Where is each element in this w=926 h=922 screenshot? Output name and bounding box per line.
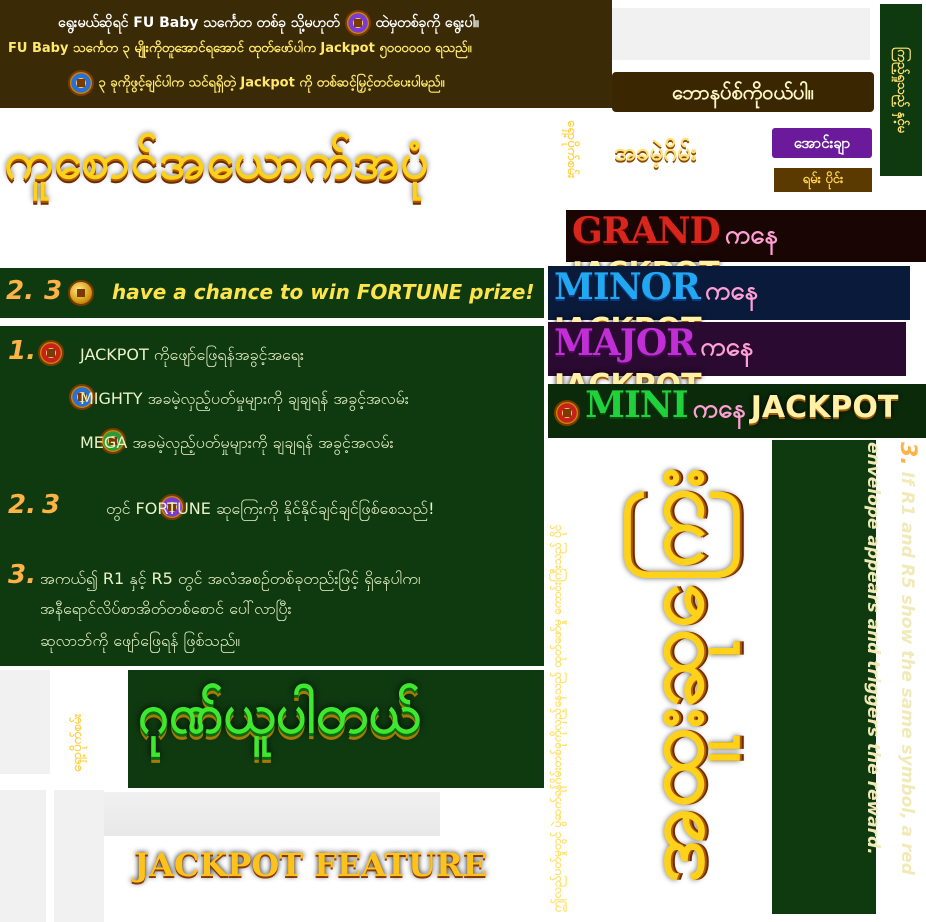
rule2-en-number: 2. <box>6 276 34 306</box>
header-line-2: FU Baby သင်္ကေတ ၃ မျိုးကိုတူအောင်ရအောင် … <box>8 41 472 56</box>
tier-grand: GRAND ကနေ JACKPOT <box>566 210 926 291</box>
bonus-buy-label[interactable]: ဘောနပ်စ်ကိုဝယ်ပါ။ <box>612 72 874 112</box>
fortune-coin-icon <box>68 280 94 306</box>
rule1-number: 1. <box>8 336 36 366</box>
rule3-line-2: အနီရောင်လိပ်စာအိတ်တစ်စောင် ပေါ်လာပြီး <box>40 599 292 618</box>
jackpot-coin-icon <box>68 70 94 96</box>
title-side-vertical: ရှော့ပိုက်စမ်း <box>564 120 579 179</box>
rule2-en-count: 3 <box>44 276 63 306</box>
feature-panel <box>104 792 440 836</box>
free-game-label: အခမဲ့ဂိမ်း <box>614 138 697 166</box>
rule2-count: 3 <box>42 490 61 520</box>
rule2-en-text: have a chance to win FORTUNE prize! <box>112 280 535 304</box>
jackpot-feature-label: JACKPOT FEATURE <box>134 846 488 884</box>
best-badge: အောင်းချာ <box>772 128 872 158</box>
small-tag: ရမ်း ပိုင်း <box>774 168 872 192</box>
rule3-en-col3: the reward. <box>863 742 883 855</box>
rule3-en-text: 3. If R1 and R5 show the same symbol, a … <box>772 442 924 916</box>
mini-coin-icon <box>554 399 580 426</box>
rule2-text: တွင် FORTUNE ဆုကြေးကို နိုင်နိုင်ချင်ချင… <box>106 499 435 518</box>
rule1-line-b: MIGHTY အခမဲ့လှည့်ပတ်မှုများကို ချချရန် အ… <box>80 389 409 408</box>
tier-grand-name: GRAND <box>572 210 721 252</box>
title-banner: ကူစောင်အယောက်အပုံ <box>4 132 430 190</box>
tier-minor-name: MINOR <box>554 266 701 308</box>
rule1-line-a: JACKPOT ကိုဖျော်ဖြေရန်အခွင့်အရေး <box>80 345 304 364</box>
rule2-number: 2. <box>8 490 36 520</box>
big-vertical-title: အထူးဆုကြေး <box>627 467 722 883</box>
rule3-en-number: 3. <box>895 442 920 466</box>
tier-mini-kane: ကနေ <box>692 394 746 424</box>
header-line-1: ရွေးမယ်ဆိုရင် FU Baby သင်္ကေတ တစ်ခု သို့… <box>58 10 618 36</box>
auto-select-instruction: အချိန်ကုန်လွန်းပါပြီ။ မျက်နှာပြင်ပေါ် ရှ… <box>8 233 382 247</box>
rule3-line-3: ဆုလာဘ်ကို ဖျော်ဖြေရန် ဖြစ်သည်။ <box>40 631 241 650</box>
jackpot-red-coin-icon <box>38 340 64 366</box>
fu-baby-coin-icon <box>344 10 371 36</box>
tier-mini: MINI ကနေ JACKPOT <box>548 384 926 438</box>
rule2-en-strip: 2. 3 have a chance to win FORTUNE prize! <box>0 268 544 318</box>
tier-mini-name: MINI <box>585 384 688 426</box>
tier-minor-kane: ကနေ <box>704 276 758 306</box>
placeholder-box-left <box>0 670 50 774</box>
tier-major-name: MAJOR <box>554 322 696 364</box>
vertical-info-text: ဤလည်ပတ်မှုတွင် ပွဲဆက်ရန်ဂိမ်းတစ်ခုကိုလှည… <box>550 524 564 912</box>
found-side-vertical: ရှော့ပိုက်စမ်း <box>70 713 85 772</box>
tier-minor: MINOR ကနေ JACKPOT <box>548 266 910 347</box>
rule3-en-col1: If R1 and R5 show the same symbol, <box>897 471 917 820</box>
tier-grand-kane: ကနေ <box>724 220 778 250</box>
tier-major: MAJOR ကနေ JACKPOT <box>548 322 906 403</box>
rule1-line-c: MEGA အခမဲ့လှည့်ပတ်မှုများကို ချချရန် အခွ… <box>80 433 394 452</box>
congrats-banner: ဂုဏ်ယူပါတယ် <box>138 682 421 745</box>
tier-mini-jackpot: JACKPOT <box>750 390 899 425</box>
vertical-tag: ကြည့်ရှုသည့် နှင့်မ <box>880 4 922 176</box>
header-line-3: ၃ ခုကိုဖွင့်ချင်ပါက သင်ရရှိတဲ့ Jackpot က… <box>68 70 444 96</box>
placeholder-box-b <box>54 790 104 922</box>
tier-major-kane: ကနေ <box>700 332 754 362</box>
placeholder-box-a <box>0 790 46 922</box>
rule3-line-1: အကယ်၍ R1 နှင့် R5 တွင် အလံအစဉ်တစ်ခုတည်းဖ… <box>40 569 421 588</box>
placeholder-box <box>612 8 870 60</box>
rule3-number: 3. <box>8 560 36 590</box>
